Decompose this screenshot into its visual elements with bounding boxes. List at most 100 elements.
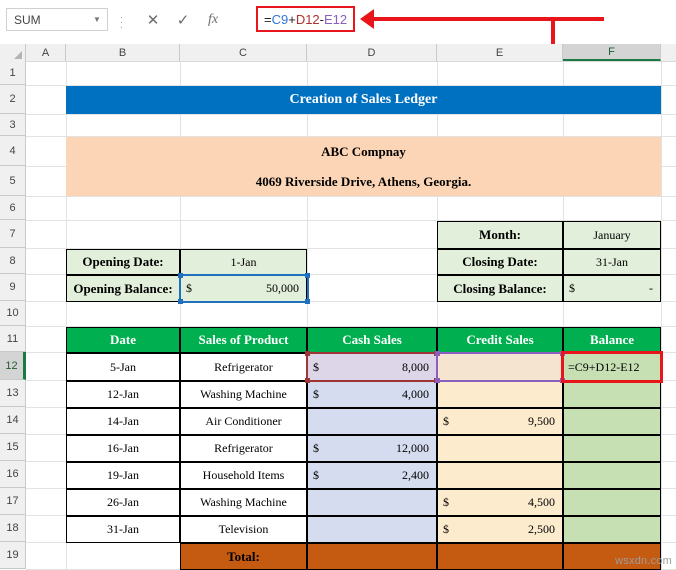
table-row[interactable]: 26-Jan [66, 489, 180, 516]
table-row[interactable]: $ 8,000 [307, 353, 437, 381]
table-row[interactable] [563, 435, 661, 462]
closing-date-value: 31-Jan [563, 249, 661, 275]
table-row[interactable]: 12-Jan [66, 381, 180, 408]
name-box[interactable]: SUM ▼ [6, 8, 108, 31]
table-row[interactable] [563, 516, 661, 543]
table-row[interactable] [307, 489, 437, 516]
table-row[interactable] [563, 408, 661, 435]
opening-balance-value[interactable]: $ 50,000 [180, 275, 307, 302]
cash-amount: 8,000 [402, 359, 429, 374]
table-row[interactable] [563, 381, 661, 408]
column-header-b[interactable]: B [66, 44, 180, 61]
row-header-7[interactable]: 7 [0, 220, 26, 248]
table-row[interactable] [563, 489, 661, 516]
row-header-17[interactable]: 17 [0, 488, 26, 515]
title-banner: Creation of Sales Ledger [66, 86, 661, 114]
row-header-18[interactable]: 18 [0, 515, 26, 542]
row-header-2[interactable]: 2 [0, 85, 26, 114]
formula-input[interactable]: = C9 + D12 - E12 [256, 6, 356, 32]
table-row[interactable]: $ 2,500 [437, 516, 563, 543]
table-row[interactable]: $ 2,400 [307, 462, 437, 489]
cash-currency: $ [313, 359, 319, 374]
insert-function-icon[interactable]: fx [200, 8, 226, 31]
row-header-13[interactable]: 13 [0, 380, 26, 407]
active-cell-f12[interactable]: =C9+D12-E12 [563, 353, 661, 381]
table-header-date: Date [66, 327, 180, 353]
table-header-cash-sales: Cash Sales [307, 327, 437, 353]
closing-balance-amount: - [649, 281, 653, 295]
table-row[interactable]: $ 4,000 [307, 381, 437, 408]
table-row[interactable]: Refrigerator [180, 435, 307, 462]
row-header-12[interactable]: 12 [0, 352, 26, 380]
cash-currency: $ [313, 387, 319, 401]
table-row[interactable]: Washing Machine [180, 489, 307, 516]
table-row[interactable]: $ 12,000 [307, 435, 437, 462]
table-row[interactable]: 31-Jan [66, 516, 180, 543]
enter-icon[interactable]: ✓ [170, 8, 196, 31]
column-header-a[interactable]: A [26, 44, 66, 61]
column-header-d[interactable]: D [307, 44, 437, 61]
column-header-c[interactable]: C [180, 44, 307, 61]
total-cash[interactable] [307, 543, 437, 570]
sheet-canvas[interactable]: Creation of Sales Ledger ABC Compnay 406… [26, 61, 676, 570]
column-header-row: A B C D E F [0, 44, 676, 61]
row-header-5[interactable]: 5 [0, 166, 26, 196]
column-header-f[interactable]: F [563, 44, 661, 61]
table-row[interactable]: Air Conditioner [180, 408, 307, 435]
table-row[interactable]: Household Items [180, 462, 307, 489]
spreadsheet-grid: A B C D E F 1 2 3 4 5 6 7 8 9 10 11 12 1… [0, 44, 676, 570]
cancel-icon[interactable]: ✕ [140, 8, 166, 31]
company-address: 4069 Riverside Drive, Athens, Georgia. [66, 167, 661, 196]
formula-token-e12: E12 [324, 11, 348, 27]
credit-amount: 4,500 [528, 495, 555, 509]
table-row[interactable] [307, 408, 437, 435]
row-header-9[interactable]: 9 [0, 274, 26, 301]
table-row[interactable]: 16-Jan [66, 435, 180, 462]
closing-balance-label: Closing Balance: [437, 275, 563, 302]
table-row[interactable] [437, 381, 563, 408]
table-row[interactable] [437, 353, 563, 381]
credit-currency: $ [443, 522, 449, 536]
row-header-3[interactable]: 3 [0, 114, 26, 136]
opening-balance-amount: 50,000 [266, 281, 299, 295]
table-row[interactable] [563, 462, 661, 489]
month-label: Month: [437, 221, 563, 249]
table-row[interactable]: $ 9,500 [437, 408, 563, 435]
table-row[interactable]: 14-Jan [66, 408, 180, 435]
row-header-4[interactable]: 4 [0, 136, 26, 166]
opening-date-value: 1-Jan [180, 249, 307, 275]
select-all-corner[interactable] [0, 44, 26, 61]
month-value: January [563, 221, 661, 249]
column-header-e[interactable]: E [437, 44, 563, 61]
cash-currency: $ [313, 441, 319, 455]
formula-token-c9: C9 [271, 11, 289, 27]
closing-balance-currency: $ [569, 281, 575, 295]
row-header-19[interactable]: 19 [0, 542, 26, 569]
table-row[interactable]: Washing Machine [180, 381, 307, 408]
name-box-value: SUM [14, 12, 41, 27]
row-header-8[interactable]: 8 [0, 248, 26, 274]
column-header-g[interactable] [661, 44, 676, 61]
row-header-14[interactable]: 14 [0, 407, 26, 434]
table-row[interactable] [307, 516, 437, 543]
row-header-11[interactable]: 11 [0, 326, 26, 352]
row-header-15[interactable]: 15 [0, 434, 26, 461]
table-row[interactable]: Television [180, 516, 307, 543]
formula-token-equals: = [264, 11, 272, 27]
total-label: Total: [180, 543, 307, 570]
row-header-16[interactable]: 16 [0, 461, 26, 488]
table-row[interactable]: $ 4,500 [437, 489, 563, 516]
total-credit[interactable] [437, 543, 563, 570]
chevron-down-icon[interactable]: ▼ [89, 15, 107, 24]
cash-amount: 2,400 [402, 468, 429, 482]
table-row[interactable]: 19-Jan [66, 462, 180, 489]
table-row[interactable]: Refrigerator [180, 353, 307, 381]
formula-token-plus: + [288, 11, 296, 27]
table-row[interactable] [437, 435, 563, 462]
table-row[interactable]: 5-Jan [66, 353, 180, 381]
row-header-6[interactable]: 6 [0, 196, 26, 220]
watermark: wsxdn.com [615, 555, 672, 567]
table-row[interactable] [437, 462, 563, 489]
row-header-10[interactable]: 10 [0, 301, 26, 326]
row-header-1[interactable]: 1 [0, 61, 26, 85]
